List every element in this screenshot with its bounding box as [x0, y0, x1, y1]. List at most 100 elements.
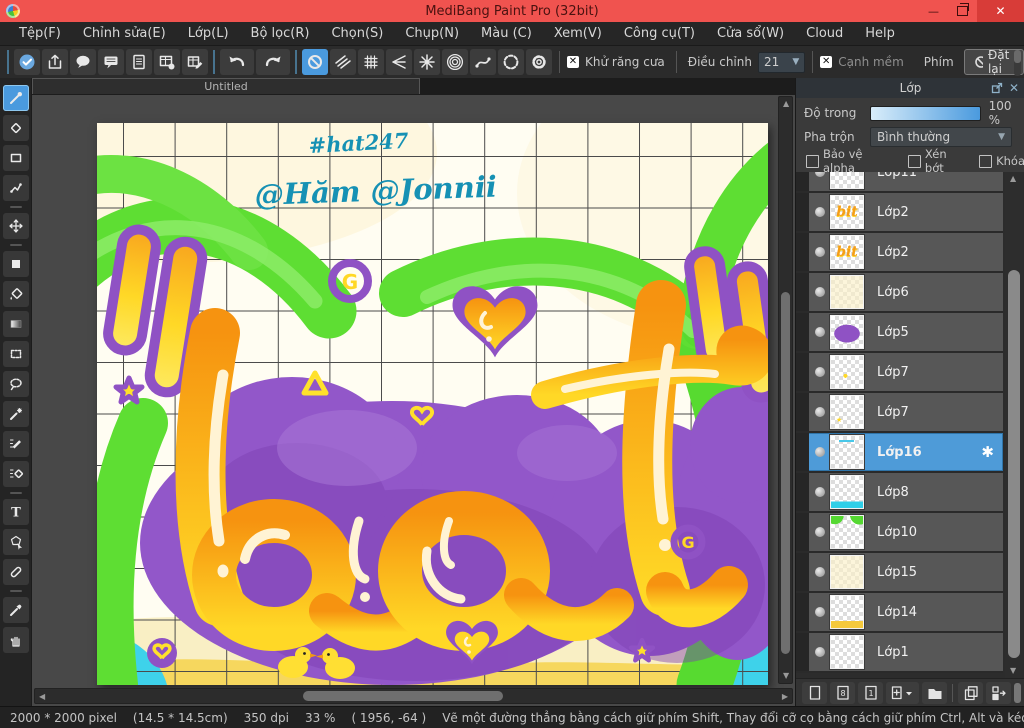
scroll-up-icon[interactable]: ▲	[1010, 175, 1016, 183]
menu-item-10[interactable]: Cửa sổ(W)	[706, 26, 795, 41]
polyline-tool[interactable]	[2, 175, 29, 201]
layers-panel-header[interactable]: Lớp ✕	[796, 78, 1024, 98]
minimize-button[interactable]: —	[919, 0, 948, 22]
bucket-tool[interactable]	[2, 281, 29, 307]
new-8bit-layer-button[interactable]: 8	[830, 681, 855, 704]
layer-thumbnail[interactable]	[829, 634, 865, 670]
undo-button[interactable]	[220, 49, 254, 75]
brush-settings-button[interactable]	[526, 49, 552, 75]
layer-row[interactable]: Lớp14	[796, 593, 1003, 633]
layer-visibility-toggle[interactable]	[809, 407, 830, 417]
duplicate-layer-button[interactable]	[958, 681, 983, 704]
publish-button[interactable]	[42, 49, 68, 75]
snap-grid-button[interactable]	[358, 49, 384, 75]
layer-list-scrollbar[interactable]: ▲ ▼	[1005, 172, 1023, 678]
layer-visibility-toggle[interactable]	[809, 487, 830, 497]
layer-row[interactable]: Lớp2	[796, 193, 1003, 233]
blend-dropdown[interactable]: Bình thường ▼	[870, 127, 1012, 147]
layer-thumbnail[interactable]	[829, 234, 865, 270]
layer-row[interactable]: Lớp15	[796, 553, 1003, 593]
select-lasso-tool[interactable]	[2, 371, 29, 397]
document-tab[interactable]: Untitled	[32, 78, 420, 94]
layer-row[interactable]: Lớp1	[796, 633, 1003, 673]
snap-off-button[interactable]	[302, 49, 328, 75]
eraser-tool[interactable]	[2, 115, 29, 141]
layer-visibility-toggle[interactable]	[809, 367, 830, 377]
layer-visibility-toggle[interactable]	[809, 172, 830, 177]
menu-item-1[interactable]: Tệp(F)	[8, 26, 72, 41]
scroll-left-icon[interactable]: ◀	[39, 693, 45, 701]
layer-thumbnail[interactable]	[829, 554, 865, 590]
title-bar[interactable]: MediBang Paint Pro (32bit) — ✕	[0, 0, 1024, 22]
canvas[interactable]: G G #hat247 @Hăm @Jonnii	[97, 123, 768, 685]
comment-button[interactable]	[70, 49, 96, 75]
maximize-button[interactable]	[948, 0, 977, 22]
layer-row[interactable]: Lớp16 ✱	[796, 433, 1003, 473]
layer-visibility-toggle[interactable]	[809, 447, 830, 457]
menu-item-4[interactable]: Bộ lọc(R)	[240, 26, 321, 41]
document-button[interactable]	[126, 49, 152, 75]
select-eraser-tool[interactable]	[2, 461, 29, 487]
layer-thumbnail[interactable]	[829, 514, 865, 550]
layer-visibility-toggle[interactable]	[809, 647, 830, 657]
menu-item-6[interactable]: Chụp(N)	[394, 26, 470, 41]
magic-wand-tool[interactable]	[2, 401, 29, 427]
antialias-checkbox[interactable]: ✕	[567, 56, 579, 68]
panel-settings-button[interactable]	[154, 49, 180, 75]
fill-rect-tool[interactable]	[2, 251, 29, 277]
brush-tool[interactable]	[2, 85, 29, 111]
layer-visibility-toggle[interactable]	[809, 527, 830, 537]
select-pen-tool[interactable]	[2, 431, 29, 457]
vertical-scroll-thumb[interactable]	[781, 292, 790, 654]
move-tool[interactable]	[2, 213, 29, 239]
layer-thumbnail[interactable]	[829, 274, 865, 310]
menu-item-5[interactable]: Chọn(S)	[320, 26, 394, 41]
horizontal-scroll-thumb[interactable]	[303, 691, 503, 701]
layer-thumbnail[interactable]	[829, 194, 865, 230]
layer-thumbnail[interactable]	[829, 354, 865, 390]
layer-row[interactable]: Lớp7	[796, 393, 1003, 433]
add-layer-menu-button[interactable]	[886, 681, 919, 704]
layer-visibility-toggle[interactable]	[809, 247, 830, 257]
layer-thumbnail[interactable]	[829, 594, 865, 630]
new-layer-button[interactable]	[802, 681, 827, 704]
popout-icon[interactable]	[991, 82, 1003, 94]
layer-row[interactable]: Lớp8	[796, 473, 1003, 513]
hand-tool[interactable]	[2, 627, 29, 653]
gradient-tool[interactable]	[2, 311, 29, 337]
control-point-tool[interactable]	[2, 529, 29, 555]
cloud-save-button[interactable]	[14, 49, 40, 75]
snap-vanishing-button[interactable]	[386, 49, 412, 75]
new-1bit-layer-button[interactable]: 1	[858, 681, 883, 704]
snap-curve-button[interactable]	[470, 49, 496, 75]
scroll-right-icon[interactable]: ▶	[782, 693, 788, 701]
adjust-dropdown[interactable]: 21 ▼	[757, 51, 806, 73]
soft-edge-checkbox[interactable]: ✕	[820, 56, 833, 68]
redo-button[interactable]	[256, 49, 290, 75]
layer-row[interactable]: Lớp5	[796, 313, 1003, 353]
eyedropper-tool[interactable]	[2, 597, 29, 623]
panel-edit-button[interactable]	[182, 49, 208, 75]
select-rect-tool[interactable]	[2, 341, 29, 367]
opacity-slider[interactable]	[870, 105, 981, 121]
layer-thumbnail[interactable]	[829, 434, 865, 470]
scroll-up-icon[interactable]: ▲	[783, 100, 789, 108]
layer-thumbnail[interactable]	[829, 172, 865, 190]
canvas-vertical-scrollbar[interactable]: ▲ ▼	[778, 96, 793, 684]
layer-thumbnail[interactable]	[829, 474, 865, 510]
layer-thumbnail[interactable]	[829, 314, 865, 350]
menu-item-9[interactable]: Công cụ(T)	[613, 26, 706, 41]
toolbar-scrollbar[interactable]	[1014, 50, 1021, 76]
scroll-down-icon[interactable]: ▼	[1010, 667, 1016, 675]
merge-layer-button[interactable]	[986, 681, 1011, 704]
layer-thumbnail[interactable]	[829, 394, 865, 430]
menu-item-3[interactable]: Lớp(L)	[177, 26, 240, 41]
layer-settings-gear-icon[interactable]: ✱	[981, 443, 994, 461]
layer-row[interactable]: Lớp6	[796, 273, 1003, 313]
layer-row[interactable]: Lớp10	[796, 513, 1003, 553]
layer-row[interactable]: Lớp7	[796, 353, 1003, 393]
panel-scrollbar-stub[interactable]	[1014, 682, 1021, 703]
scroll-down-icon[interactable]: ▼	[783, 672, 789, 680]
snap-radial-button[interactable]	[414, 49, 440, 75]
lock-checkbox[interactable]: Khóa	[979, 154, 1024, 168]
